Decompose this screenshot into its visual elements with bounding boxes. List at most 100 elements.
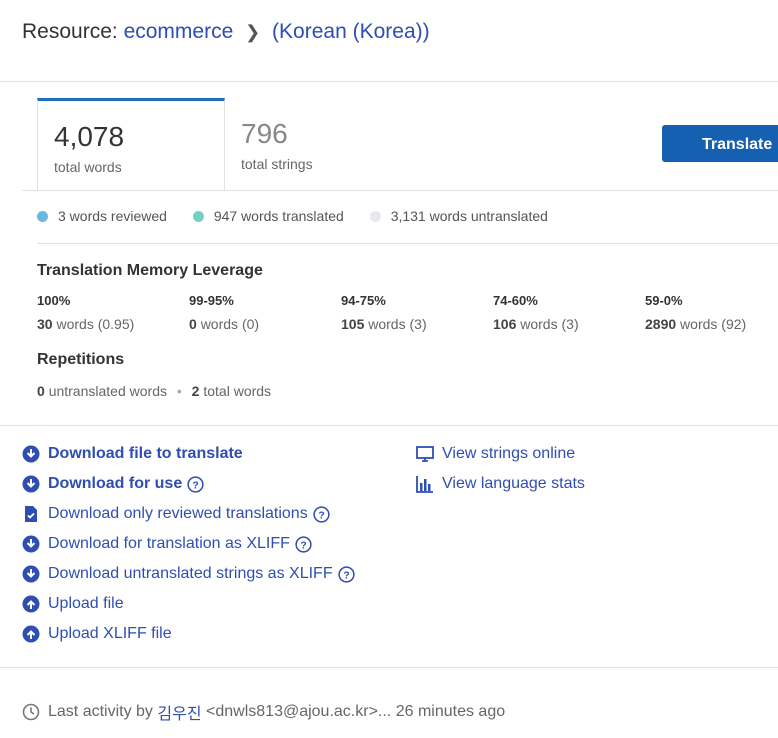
tm-unit: words bbox=[200, 316, 239, 332]
tm-column-100: 100% 30 words (0.95) bbox=[37, 293, 134, 332]
tm-column-74-60: 74-60% 106 words (3) bbox=[493, 293, 579, 332]
tm-extra: (3) bbox=[561, 316, 579, 332]
rep-total-label: total words bbox=[203, 383, 272, 399]
resource-language-panel: Resource: ecommerce ❯ (Korean (Korea)) 4… bbox=[0, 0, 778, 738]
tm-range: 74-60% bbox=[493, 293, 538, 308]
bar-chart-icon bbox=[416, 476, 433, 493]
link-label: Download file to translate bbox=[48, 445, 243, 462]
legend-reviewed: 3 words reviewed bbox=[37, 208, 167, 224]
tm-unit: words bbox=[56, 316, 94, 332]
monitor-icon bbox=[416, 446, 434, 462]
divider bbox=[0, 667, 778, 668]
breadcrumb-prefix: Resource: bbox=[22, 20, 118, 43]
view-strings-online-link[interactable]: View strings online bbox=[416, 445, 575, 463]
link-label: Download untranslated strings as XLIFF bbox=[48, 565, 333, 582]
tm-words: 2890 words (92) bbox=[645, 316, 746, 332]
help-icon[interactable]: ? bbox=[295, 535, 312, 553]
divider bbox=[0, 425, 778, 426]
download-untranslated-xliff-link[interactable]: Download untranslated strings as XLIFF ? bbox=[22, 565, 355, 583]
total-words-label: total words bbox=[54, 159, 122, 175]
tm-count: 106 bbox=[493, 316, 517, 332]
upload-xliff-file-link[interactable]: Upload XLIFF file bbox=[22, 625, 172, 643]
rep-total-count: 2 bbox=[191, 383, 200, 399]
tm-extra: (0.95) bbox=[97, 316, 135, 332]
tm-column-59-0: 59-0% 2890 words (92) bbox=[645, 293, 746, 332]
legend-untranslated-label: 3,131 words untranslated bbox=[390, 208, 548, 224]
tm-count: 105 bbox=[341, 316, 365, 332]
tm-range: 100% bbox=[37, 293, 71, 308]
tab-total-strings[interactable]: 796 total strings bbox=[225, 98, 405, 190]
breadcrumb: Resource: ecommerce ❯ (Korean (Korea)) bbox=[22, 20, 430, 44]
tm-range: 59-0% bbox=[645, 293, 683, 308]
download-file-to-translate-link[interactable]: Download file to translate bbox=[22, 445, 243, 463]
tabs-divider bbox=[22, 190, 778, 191]
view-language-stats-link[interactable]: View language stats bbox=[416, 475, 585, 493]
tm-count: 30 bbox=[37, 316, 53, 332]
tm-extra: (92) bbox=[721, 316, 747, 332]
legend-translated-label: 947 words translated bbox=[213, 208, 344, 224]
reviewed-dot-icon bbox=[37, 210, 48, 222]
rep-untranslated-label: untranslated words bbox=[48, 383, 167, 399]
download-circle-icon bbox=[22, 475, 40, 493]
rep-untranslated-count: 0 bbox=[37, 383, 45, 399]
link-label: Download only reviewed translations bbox=[48, 505, 308, 522]
download-reviewed-translations-link[interactable]: Download only reviewed translations ? bbox=[22, 505, 330, 523]
repetitions-summary: 0 untranslated words • 2 total words bbox=[37, 383, 271, 399]
tm-column-99-95: 99-95% 0 words (0) bbox=[189, 293, 259, 332]
tab-total-words[interactable]: 4,078 total words bbox=[37, 98, 225, 190]
translate-button[interactable]: Translate bbox=[662, 125, 778, 162]
divider bbox=[37, 243, 778, 244]
total-strings-label: total strings bbox=[241, 156, 313, 172]
upload-circle-icon bbox=[22, 625, 40, 643]
tm-unit: words bbox=[680, 316, 718, 332]
translated-dot-icon bbox=[192, 210, 204, 222]
tm-unit: words bbox=[520, 316, 558, 332]
chevron-right-icon: ❯ bbox=[245, 22, 261, 42]
link-label: Upload XLIFF file bbox=[48, 625, 172, 642]
tm-count: 2890 bbox=[645, 316, 677, 332]
upload-file-link[interactable]: Upload file bbox=[22, 595, 124, 613]
tm-extra: (3) bbox=[409, 316, 427, 332]
total-strings-value: 796 bbox=[241, 118, 288, 149]
download-circle-icon bbox=[22, 445, 40, 463]
legend-untranslated: 3,131 words untranslated bbox=[369, 208, 548, 224]
link-label: View language stats bbox=[442, 475, 585, 492]
last-activity-user[interactable]: 김우진 bbox=[157, 700, 201, 724]
tm-extra: (0) bbox=[241, 316, 260, 332]
download-xliff-link[interactable]: Download for translation as XLIFF ? bbox=[22, 535, 312, 553]
download-circle-icon bbox=[22, 535, 40, 553]
tm-words: 106 words (3) bbox=[493, 316, 579, 332]
tm-words: 105 words (3) bbox=[341, 316, 427, 332]
repetitions-title: Repetitions bbox=[37, 351, 125, 368]
svg-text:?: ? bbox=[318, 510, 324, 521]
link-label: View strings online bbox=[442, 445, 576, 462]
help-icon[interactable]: ? bbox=[187, 475, 204, 493]
svg-text:?: ? bbox=[193, 480, 199, 491]
help-icon[interactable]: ? bbox=[313, 505, 330, 523]
download-circle-icon bbox=[22, 565, 40, 583]
link-label: Download for use bbox=[48, 475, 183, 492]
tm-range: 99-95% bbox=[189, 293, 234, 308]
progress-legend: 3 words reviewed 947 words translated 3,… bbox=[37, 208, 570, 225]
last-activity-email: <dnwls813@ajou.ac.kr>... bbox=[206, 703, 392, 720]
help-icon[interactable]: ? bbox=[337, 565, 355, 583]
last-activity-prefix: Last activity by bbox=[48, 703, 153, 720]
tm-column-94-75: 94-75% 105 words (3) bbox=[341, 293, 427, 332]
divider bbox=[0, 81, 778, 82]
download-for-use-link[interactable]: Download for use ? bbox=[22, 475, 204, 493]
tm-leverage-title: Translation Memory Leverage bbox=[37, 262, 263, 279]
breadcrumb-language-link[interactable]: (Korean (Korea)) bbox=[272, 20, 430, 43]
tm-words: 30 words (0.95) bbox=[37, 316, 134, 332]
last-activity-time: 26 minutes ago bbox=[395, 703, 506, 720]
tm-unit: words bbox=[368, 316, 406, 332]
breadcrumb-resource-link[interactable]: ecommerce bbox=[124, 20, 234, 43]
untranslated-dot-icon bbox=[369, 210, 381, 222]
link-label: Download for translation as XLIFF bbox=[48, 535, 290, 552]
upload-circle-icon bbox=[22, 595, 40, 613]
file-check-icon bbox=[25, 506, 37, 522]
tm-count: 0 bbox=[189, 316, 197, 332]
link-label: Upload file bbox=[48, 595, 124, 612]
tm-range: 94-75% bbox=[341, 293, 386, 308]
legend-reviewed-label: 3 words reviewed bbox=[58, 208, 167, 224]
legend-translated: 947 words translated bbox=[192, 208, 344, 224]
